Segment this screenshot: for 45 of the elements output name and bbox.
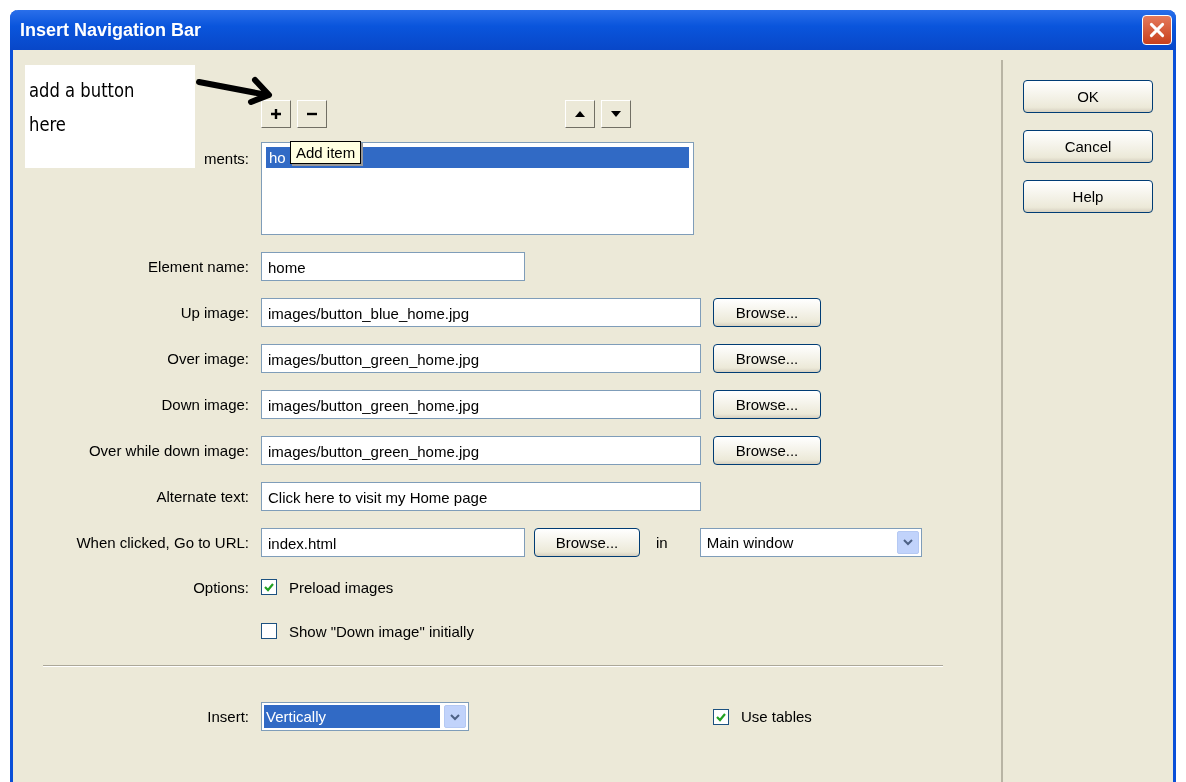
checkbox[interactable] (261, 623, 277, 639)
window-title: Insert Navigation Bar (20, 19, 202, 41)
checkbox-label: Use tables (741, 708, 812, 725)
browse-button[interactable]: Browse... (713, 297, 821, 327)
close-button[interactable] (1142, 15, 1172, 45)
url-field[interactable]: index.html (261, 527, 525, 557)
close-icon (1148, 21, 1166, 39)
add-button[interactable] (261, 100, 291, 128)
checkbox[interactable] (713, 708, 729, 725)
browse-button[interactable]: Browse... (713, 389, 821, 419)
text-field[interactable]: images/button_green_home.jpg (261, 389, 701, 419)
insert-dropdown[interactable]: Vertically (261, 702, 469, 731)
text-field[interactable]: images/button_green_home.jpg (261, 435, 701, 465)
checkbox[interactable] (261, 579, 277, 595)
dialog-button[interactable]: Cancel (1023, 130, 1153, 163)
field-label: Over image: (167, 349, 249, 367)
field-label: When clicked, Go to URL: (76, 533, 249, 551)
field-label: Insert: (207, 708, 249, 725)
checkbox-label: Show "Down image" initially (289, 622, 474, 640)
checkbox-label: Preload images (289, 578, 394, 596)
plus-icon (269, 107, 283, 121)
field-label: Element name: (148, 257, 249, 275)
tooltip: Add item (290, 141, 362, 164)
target-dropdown[interactable]: Main window (699, 527, 922, 557)
annotation-text: add a button (29, 77, 135, 104)
dialog-button[interactable]: Help (1023, 180, 1153, 213)
browse-button[interactable]: Browse... (713, 343, 821, 373)
move-up-button[interactable] (565, 100, 595, 128)
browse-button[interactable]: Browse... (713, 435, 821, 465)
remove-button[interactable] (297, 100, 327, 128)
dialog-button[interactable]: OK (1023, 80, 1153, 113)
field-label: Down image: (161, 395, 249, 413)
browse-button[interactable]: Browse... (534, 527, 640, 557)
in-label: in (656, 533, 668, 551)
text-field[interactable]: images/button_blue_home.jpg (261, 297, 701, 327)
field-label: Up image: (180, 303, 249, 321)
field-label: Alternate text: (156, 487, 249, 505)
field-label: Options: (193, 578, 249, 596)
text-field[interactable]: images/button_green_home.jpg (261, 343, 701, 373)
move-down-button[interactable] (601, 100, 631, 128)
text-field[interactable]: Click here to visit my Home page (261, 481, 701, 511)
field-label: Over while down image: (88, 441, 249, 459)
annotation-text: here (29, 111, 66, 138)
text-field[interactable]: home (261, 251, 525, 281)
field-label: ments: (204, 150, 249, 167)
